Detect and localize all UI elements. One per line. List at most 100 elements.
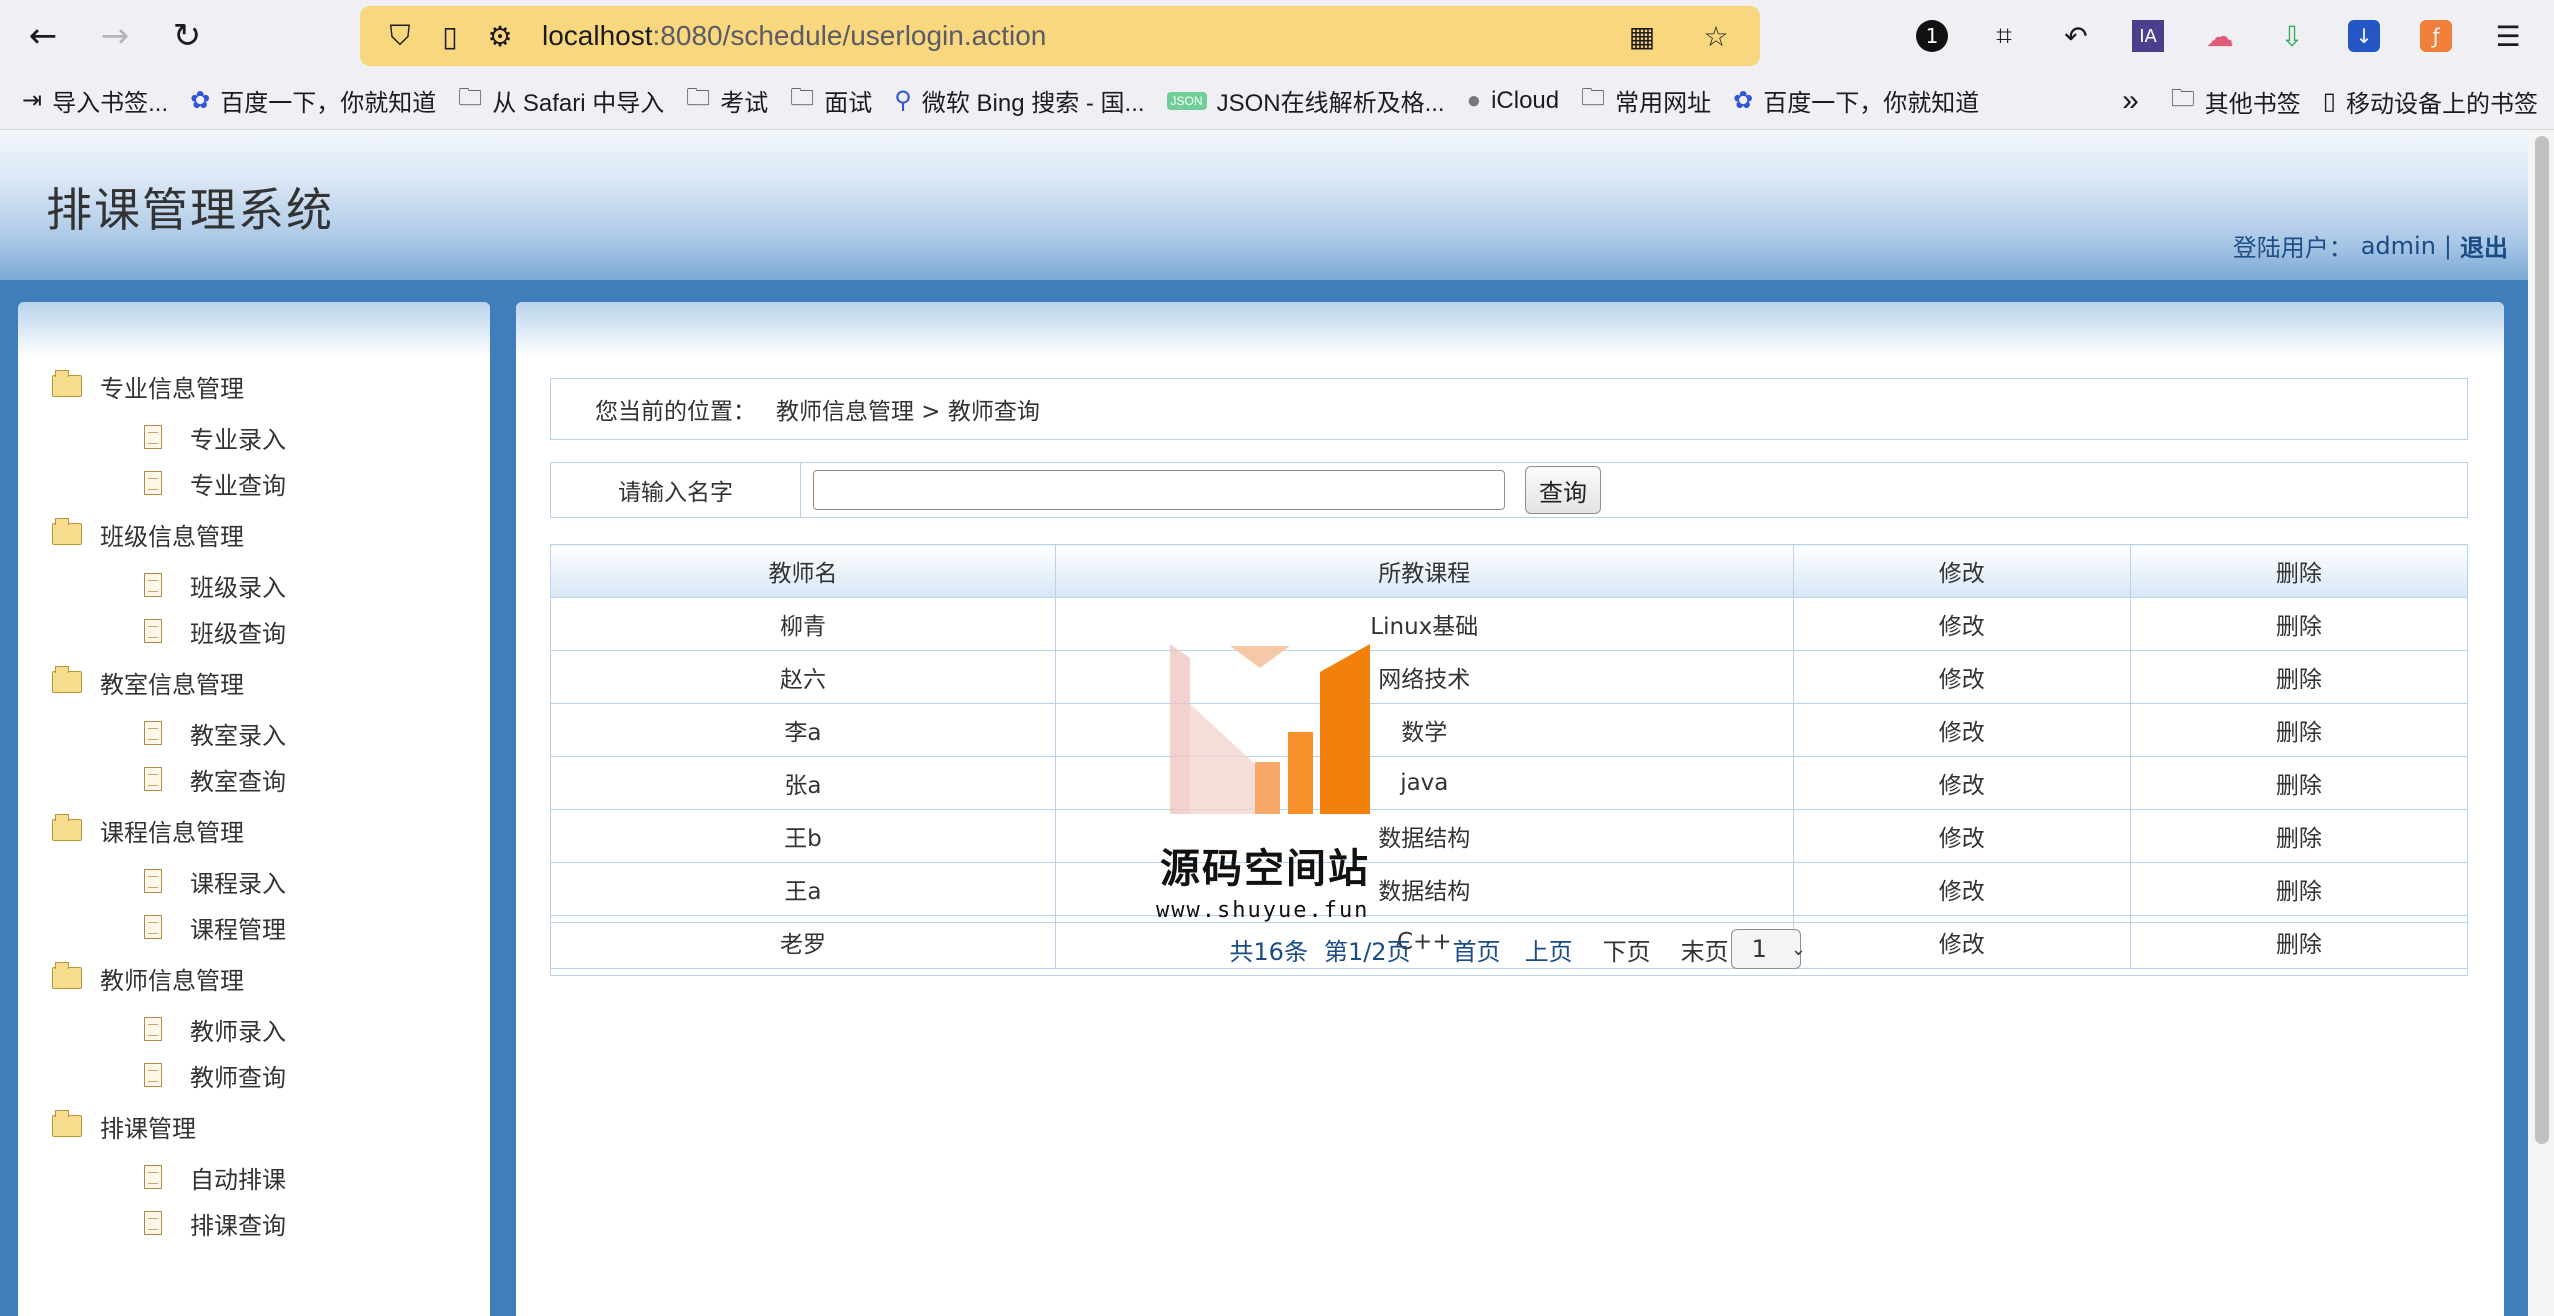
- bookmark-item[interactable]: 🗀 常用网址: [1581, 80, 1711, 121]
- logout-link[interactable]: 退出: [2460, 228, 2508, 263]
- search-icon: ⚲: [894, 87, 912, 114]
- sidebar-group: 教师信息管理教师录入教师查询: [52, 950, 490, 1098]
- menu-icon[interactable]: ☰: [2484, 12, 2532, 60]
- sidebar-item[interactable]: 教师录入: [144, 1006, 490, 1052]
- bookmark-item[interactable]: 🗀 面试: [790, 80, 872, 121]
- chevron-down-icon: ⌄: [1790, 938, 1806, 960]
- teacher-table: 教师名 所教课程 修改 删除 柳青 Linux基础 修改 删除 赵六 网络技术 修改 删除 李a…: [550, 544, 2469, 969]
- document-icon: [144, 721, 162, 745]
- sidebar-group-header[interactable]: 班级信息管理: [52, 506, 490, 562]
- page-select[interactable]: 1 ⌄: [1730, 929, 1806, 969]
- delete-link[interactable]: 删除: [2129, 597, 2469, 651]
- bookmark-label: 其他书签: [2204, 90, 2301, 118]
- sidebar-item[interactable]: 课程录入: [144, 858, 490, 904]
- sidebar-item[interactable]: 教室查询: [144, 756, 490, 802]
- more-bookmarks-button[interactable]: »: [2122, 84, 2149, 118]
- document-icon: [144, 1211, 162, 1235]
- password-manager-icon[interactable]: 1: [1908, 12, 1956, 60]
- sidebar-group-header[interactable]: 排课管理: [52, 1098, 490, 1154]
- teacher-name-cell: 柳青: [550, 597, 1056, 651]
- sidebar-item[interactable]: 排课查询: [144, 1200, 490, 1246]
- back-button[interactable]: ←: [20, 14, 66, 58]
- page-icon[interactable]: ▯: [428, 14, 472, 58]
- sidebar-group-label: 教师信息管理: [100, 966, 244, 995]
- first-page-link[interactable]: 首页: [1453, 932, 1501, 967]
- edit-link[interactable]: 修改: [1792, 703, 2131, 757]
- sidebar-item-label: 教师查询: [190, 1063, 286, 1092]
- main-panel: 您当前的位置： 教师信息管理 > 教师查询 请输入名字 查询 教师名 所教课程 …: [516, 302, 2504, 1316]
- sidebar-item[interactable]: 专业录入: [144, 414, 490, 460]
- sidebar-item[interactable]: 教室录入: [144, 710, 490, 756]
- table-header-row: 教师名 所教课程 修改 删除: [550, 544, 2469, 598]
- edit-link[interactable]: 修改: [1792, 862, 2131, 916]
- bookmark-label: 考试: [720, 90, 769, 117]
- edit-link[interactable]: 修改: [1792, 597, 2131, 651]
- forward-button[interactable]: →: [92, 14, 138, 58]
- bookmark-item[interactable]: 🗀 其他书签: [2171, 81, 2301, 122]
- sidebar-item[interactable]: 班级查询: [144, 608, 490, 654]
- cloud-upload-icon[interactable]: ☁: [2196, 12, 2244, 60]
- sidebar-group-header[interactable]: 教室信息管理: [52, 654, 490, 710]
- sidebar: 专业信息管理 专业录入专业查询班级信息管理 班级录入 班级查询 教室信息管理 教室录入 教室…: [18, 302, 490, 1316]
- bookmark-item[interactable]: ● iCloud: [1467, 87, 1560, 115]
- sidebar-group-header[interactable]: 专业信息管理: [52, 358, 490, 414]
- mobile-icon: ▯: [2322, 87, 2336, 115]
- download-arrow-icon[interactable]: ⇩: [2268, 12, 2316, 60]
- table-row: 王a 数据结构 修改 删除: [550, 862, 2469, 916]
- sidebar-group-header[interactable]: 教师信息管理: [52, 950, 490, 1006]
- sidebar-group-header[interactable]: 课程信息管理: [52, 802, 490, 858]
- edit-link[interactable]: 修改: [1792, 809, 2131, 863]
- bookmark-item[interactable]: ✿ 百度一下，你就知道: [1733, 83, 1979, 118]
- page-scrollbar-thumb[interactable]: [2535, 136, 2549, 1144]
- delete-link[interactable]: 删除: [2129, 756, 2469, 810]
- sidebar-item[interactable]: 自动排课: [144, 1154, 490, 1200]
- bookmark-item[interactable]: JSON JSON在线解析及格...: [1166, 83, 1445, 118]
- reload-button[interactable]: ↻: [164, 14, 210, 58]
- document-icon: [144, 573, 162, 597]
- edit-link[interactable]: 修改: [1792, 650, 2131, 704]
- bookmark-label: 百度一下，你就知道: [220, 90, 437, 117]
- delete-link[interactable]: 删除: [2129, 809, 2469, 863]
- username-link[interactable]: admin: [2361, 232, 2436, 260]
- flash-extension-icon[interactable]: ƒ: [2412, 12, 2460, 60]
- delete-link[interactable]: 删除: [2129, 862, 2469, 916]
- delete-link[interactable]: 删除: [2129, 650, 2469, 704]
- sidebar-item[interactable]: 班级录入: [144, 562, 490, 608]
- search-button[interactable]: 查询: [1525, 466, 1601, 514]
- address-bar[interactable]: ⛉ ▯ ⚙ localhost:8080/schedule/userlogin.…: [360, 6, 1760, 66]
- shield-icon[interactable]: ⛉: [378, 14, 422, 58]
- bookmark-item[interactable]: ✿ 百度一下，你就知道: [190, 83, 436, 118]
- document-icon: [144, 869, 162, 893]
- prev-page-link[interactable]: 上页: [1525, 932, 1573, 967]
- folder-icon: 🗀: [1581, 84, 1606, 111]
- downloader-extension-icon[interactable]: ↓: [2340, 12, 2388, 60]
- bookmark-item[interactable]: ⇥ 导入书签...: [22, 83, 168, 118]
- bookmark-star-icon[interactable]: ☆: [1694, 14, 1738, 58]
- undo-icon[interactable]: ↶: [2052, 12, 2100, 60]
- apple-icon: ●: [1466, 86, 1482, 114]
- qr-code-icon[interactable]: ▦: [1620, 14, 1664, 58]
- sidebar-item[interactable]: 课程管理: [144, 904, 490, 950]
- bookmark-item[interactable]: ▯ 移动设备上的书签: [2323, 84, 2538, 119]
- table-row: 王b 数据结构 修改 删除: [550, 809, 2469, 863]
- document-icon: [144, 1017, 162, 1041]
- delete-link[interactable]: 删除: [2129, 703, 2469, 757]
- folder-icon: 🗀: [458, 84, 483, 111]
- ia-extension-icon[interactable]: IA: [2124, 12, 2172, 60]
- name-search-input[interactable]: [813, 470, 1505, 510]
- sidebar-item-label: 专业查询: [190, 471, 286, 500]
- sidebar-item[interactable]: 教师查询: [144, 1052, 490, 1098]
- bookmark-item[interactable]: 🗀 从 Safari 中导入: [458, 80, 664, 121]
- main-panel-header: [516, 302, 2504, 358]
- crop-icon[interactable]: ⌗: [1980, 12, 2028, 60]
- folder-open-icon: [52, 1110, 82, 1137]
- bookmark-item[interactable]: 🗀 考试: [686, 80, 768, 121]
- site-permissions-icon[interactable]: ⚙: [478, 14, 522, 58]
- sidebar-item[interactable]: 专业查询: [144, 460, 490, 506]
- column-header-teacher-name: 教师名: [550, 544, 1056, 598]
- import-icon: ⇥: [22, 87, 43, 114]
- edit-link[interactable]: 修改: [1792, 756, 2131, 810]
- browser-toolbar: ← → ↻ ⛉ ▯ ⚙ localhost:8080/schedule/user…: [0, 0, 2554, 72]
- url-text[interactable]: localhost:8080/schedule/userlogin.action: [542, 20, 1046, 52]
- bookmark-item[interactable]: ⚲ 微软 Bing 搜索 - 国...: [894, 83, 1144, 118]
